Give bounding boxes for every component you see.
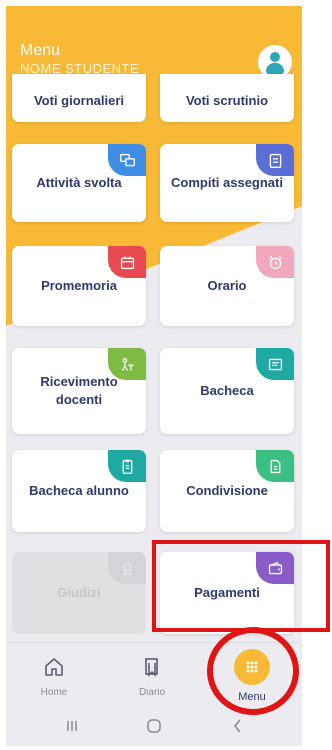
card-label: Compiti assegnati <box>171 175 283 190</box>
clipboard-list-icon <box>108 450 146 482</box>
highlight-circle <box>207 627 299 715</box>
card-label: Bacheca <box>200 383 254 398</box>
menu-card-ricevimento-docenti[interactable]: Ricevimento docenti <box>12 348 146 434</box>
header: Menu NOME STUDENTE <box>6 6 302 84</box>
document-share-icon <box>256 450 294 482</box>
back-icon[interactable] <box>228 716 248 736</box>
menu-card-voti-giornalieri[interactable]: Voti giornalieri <box>12 74 146 122</box>
menu-card-orario[interactable]: Orario <box>160 246 294 326</box>
calendar-icon <box>108 246 146 278</box>
nav-label-home: Home <box>40 687 68 698</box>
clipboard-icon <box>256 144 294 176</box>
menu-card-bacheca-alunno[interactable]: Bacheca alunno <box>12 450 146 532</box>
menu-card-giudizi: Giudizi <box>12 552 146 634</box>
card-label: Voti giornalieri <box>33 93 125 108</box>
menu-card-condivisione[interactable]: Condivisione <box>160 450 294 532</box>
card-label: Orario <box>207 278 247 293</box>
chat-bubbles-icon <box>108 144 146 176</box>
bulletin-board-icon <box>256 348 294 380</box>
card-label: Attività svolta <box>36 175 122 190</box>
menu-card-bacheca[interactable]: Bacheca <box>160 348 294 434</box>
card-label: Voti scrutinio <box>185 93 269 108</box>
card-label: Giudizi <box>57 585 101 600</box>
highlight-rectangle <box>152 540 330 632</box>
recents-icon[interactable] <box>62 716 82 736</box>
teacher-desk-icon <box>108 348 146 380</box>
card-label: Bacheca alunno <box>29 483 129 498</box>
nav-label-diario: Diario <box>138 687 166 698</box>
menu-card-attivita-svolta[interactable]: Attività svolta <box>12 144 146 222</box>
nav-diario-button[interactable]: Diario <box>112 643 192 707</box>
menu-card-compiti-assegnati[interactable]: Compiti assegnati <box>160 144 294 222</box>
alarm-clock-icon <box>256 246 294 278</box>
badge-icon <box>108 552 146 584</box>
card-label: Promemoria <box>41 278 117 293</box>
menu-card-promemoria[interactable]: Promemoria <box>12 246 146 326</box>
bookmark-icon <box>145 658 158 677</box>
home-icon <box>45 658 63 676</box>
card-label: Condivisione <box>186 483 268 498</box>
home-system-icon[interactable] <box>144 716 164 736</box>
menu-card-voti-scrutinio[interactable]: Voti scrutinio <box>160 74 294 122</box>
page-title: Menu <box>20 42 61 59</box>
nav-home-button[interactable]: Home <box>14 643 94 707</box>
